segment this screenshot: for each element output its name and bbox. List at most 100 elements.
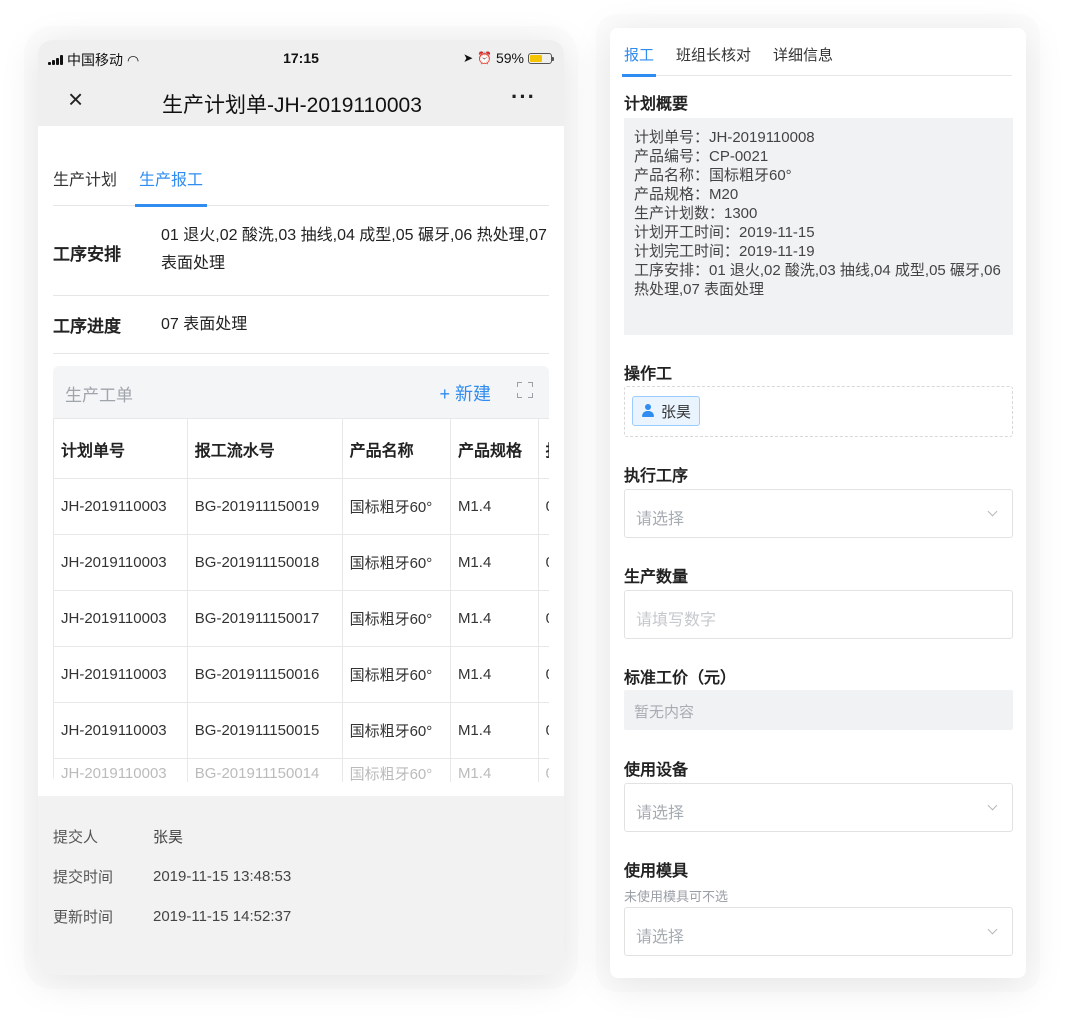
cell-product-name: 国标粗牙60° [341, 758, 451, 782]
summary-line: 计划开工时间：2019-11-15 [634, 224, 815, 241]
table-row[interactable]: JH-2019110003 BG-201911150017 国标粗牙60° M1… [53, 590, 549, 647]
cell-product-name: 国标粗牙60° [341, 478, 451, 535]
table-row[interactable]: JH-2019110003 BG-201911150014 国标粗牙60° M1… [53, 758, 549, 782]
cell-report-serial: BG-201911150018 [186, 534, 343, 591]
cell-cut: 0 [537, 478, 549, 535]
plan-summary: 计划单号：JH-2019110008 产品编号：CP-0021 产品名称：国标粗… [624, 118, 1013, 335]
table-row[interactable]: JH-2019110003 BG-201911150016 国标粗牙60° M1… [53, 646, 549, 703]
equipment-label: 使用设备 [624, 762, 689, 779]
tab-production-report[interactable]: 生产报工 [135, 162, 208, 207]
mold-hint: 未使用模具可不选 [624, 889, 729, 904]
battery-percent: 59% [495, 50, 524, 66]
cell-cut: 0 [537, 534, 549, 591]
summary-line: 工序安排：01 退火,02 酸洗,03 抽线,04 成型,05 碾牙,06 热处… [634, 262, 1001, 298]
operator-name: 张昊 [661, 403, 692, 421]
submitter-label: 提交人 [53, 828, 99, 846]
mold-label: 使用模具 [624, 863, 689, 880]
operator-tag[interactable]: 张昊 [632, 396, 701, 426]
col-cut: 报 [537, 418, 549, 479]
location-icon: ➤ [462, 51, 474, 65]
table-row[interactable]: JH-2019110003 BG-201911150015 国标粗牙60° M1… [53, 702, 549, 759]
quantity-placeholder: 请填写数字 [636, 612, 717, 629]
cell-cut: 0 [537, 702, 549, 759]
equipment-placeholder: 请选择 [636, 805, 685, 822]
cell-plan-no: JH-2019110003 [53, 478, 188, 535]
table-row[interactable]: JH-2019110003 BG-201911150018 国标粗牙60° M1… [53, 534, 549, 591]
battery-icon [528, 52, 554, 64]
table-row[interactable]: JH-2019110003 BG-201911150019 国标粗牙60° M1… [53, 478, 549, 535]
process-progress-value: 07 表面处理 [161, 315, 248, 333]
process-label: 执行工序 [624, 468, 689, 485]
cell-product-spec: M1.4 [449, 646, 539, 703]
submit-time-value: 2019-11-15 13:48:53 [153, 867, 292, 885]
work-order-table: 计划单号 报工流水号 产品名称 产品规格 报 JH-2019110003 BG-… [53, 418, 549, 782]
update-time-value: 2019-11-15 14:52:37 [153, 907, 292, 925]
cell-plan-no: JH-2019110003 [53, 646, 188, 703]
alarm-icon: ⏰ [477, 51, 492, 65]
process-arrangement-row: 工序安排 01 退火,02 酸洗,03 抽线,04 成型,05 碾牙,06 热处… [53, 206, 549, 296]
quantity-input[interactable]: 请填写数字 [624, 590, 1013, 639]
summary-line: 计划单号：JH-2019110008 [634, 129, 815, 146]
more-icon[interactable]: ··· [511, 84, 536, 110]
cell-report-serial: BG-201911150017 [186, 590, 343, 647]
summary-line: 生产计划数：1300 [634, 205, 758, 222]
equipment-select[interactable]: 请选择 [624, 783, 1013, 832]
cell-plan-no: JH-2019110003 [53, 702, 188, 759]
summary-line: 产品名称：国标粗牙60° [634, 167, 792, 184]
battery-level [530, 54, 542, 62]
work-order-card: 生产工单 + 新建 计划单号 报工流水号 产品名称 产品规格 报 JH-2019… [53, 366, 549, 782]
new-order-button[interactable]: + 新建 [439, 380, 491, 406]
cell-product-name: 国标粗牙60° [341, 702, 451, 759]
submitter-value: 张昊 [153, 828, 184, 846]
cell-report-serial: BG-201911150016 [186, 646, 343, 703]
cell-cut: 0 [537, 646, 549, 703]
cell-plan-no: JH-2019110003 [53, 534, 188, 591]
col-report-serial: 报工流水号 [186, 418, 343, 479]
cell-report-serial: BG-201911150015 [186, 702, 343, 759]
tab-production-plan[interactable]: 生产计划 [53, 162, 117, 206]
page-title: 生产计划单-JH-2019110003 [162, 94, 422, 117]
operator-field[interactable]: 张昊 [624, 386, 1013, 437]
report-tabs: 报工 班组长核对 详细信息 [621, 28, 1012, 77]
quantity-label: 生产数量 [624, 569, 689, 586]
tab-report[interactable]: 报工 [621, 28, 657, 77]
status-bar: 中国移动 ◠ 17:15 ➤ ⏰ 59% [38, 40, 564, 74]
cell-product-name: 国标粗牙60° [341, 646, 451, 703]
work-report-form: 报工 班组长核对 详细信息 计划概要 计划单号：JH-2019110008 产品… [610, 28, 1026, 978]
summary-line: 产品规格：M20 [634, 186, 739, 203]
process-placeholder: 请选择 [636, 511, 685, 528]
cell-plan-no: JH-2019110003 [53, 590, 188, 647]
production-plan-screen: 中国移动 ◠ 17:15 ➤ ⏰ 59% × 生产计划单-JH-20191100… [38, 40, 564, 975]
summary-label: 计划概要 [624, 96, 689, 113]
cell-product-spec: M1.4 [449, 534, 539, 591]
tab-team-leader-check[interactable]: 班组长核对 [676, 28, 751, 76]
mold-select[interactable]: 请选择 [624, 907, 1013, 956]
expand-icon[interactable] [517, 382, 533, 398]
cell-report-serial: BG-201911150019 [186, 478, 343, 535]
update-time-label: 更新时间 [53, 908, 114, 926]
operator-label: 操作工 [624, 366, 673, 383]
table-header-row: 计划单号 报工流水号 产品名称 产品规格 报 [53, 418, 549, 479]
cell-product-spec: M1.4 [449, 590, 539, 647]
process-progress-row: 工序进度 07 表面处理 [53, 296, 549, 354]
col-product-spec: 产品规格 [449, 418, 539, 479]
nav-bar: × 生产计划单-JH-2019110003 ··· [38, 74, 564, 126]
tab-details[interactable]: 详细信息 [773, 28, 833, 76]
process-select[interactable]: 请选择 [624, 489, 1013, 538]
cell-cut: 0 [537, 590, 549, 647]
cell-product-name: 国标粗牙60° [341, 534, 451, 591]
summary-line: 计划完工时间：2019-11-19 [634, 243, 815, 260]
process-arrangement-label: 工序安排 [53, 245, 121, 264]
plan-tabs: 生产计划 生产报工 [53, 162, 549, 207]
submission-meta: 提交人 张昊 提交时间 2019-11-15 13:48:53 更新时间 201… [38, 796, 564, 975]
col-product-name: 产品名称 [341, 418, 451, 479]
unit-price-label: 标准工价（元） [624, 670, 737, 687]
cell-product-spec: M1.4 [449, 478, 539, 535]
submit-time-label: 提交时间 [53, 868, 114, 886]
cell-plan-no: JH-2019110003 [53, 758, 188, 782]
mold-placeholder: 请选择 [636, 929, 685, 946]
chevron-down-icon [987, 800, 998, 811]
work-order-title: 生产工单 [65, 386, 133, 405]
unit-price-value: 暂无内容 [634, 704, 695, 721]
close-icon[interactable]: × [68, 86, 83, 112]
